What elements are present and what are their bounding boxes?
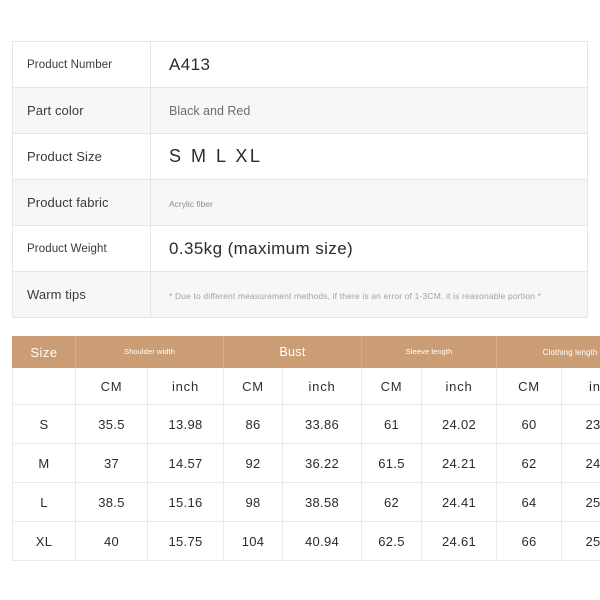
unit-bust-cm: CM bbox=[223, 367, 284, 405]
spec-row-product-size: Product Size S M L XL bbox=[12, 133, 588, 180]
cell-shoulder-cm: 40 bbox=[75, 521, 148, 561]
cell-sleeve-cm: 62 bbox=[361, 482, 423, 522]
units-blank-cell bbox=[12, 367, 76, 405]
spec-row-part-color: Part color Black and Red bbox=[12, 87, 588, 134]
product-number-text: A413 bbox=[169, 54, 211, 74]
spec-value-product-number: A413 bbox=[150, 41, 588, 88]
product-fabric-text: Acrylic fiber bbox=[169, 198, 213, 209]
cell-bust-cm: 86 bbox=[223, 404, 284, 444]
cell-bust-inch: 40.94 bbox=[282, 521, 363, 561]
spec-label-part-color: Part color bbox=[12, 87, 151, 134]
cell-sleeve-inch: 24.61 bbox=[421, 521, 498, 561]
size-chart-table: Size Shoulder width Bust Sleeve length C… bbox=[12, 336, 600, 561]
size-chart-header-row: Size Shoulder width Bust Sleeve length C… bbox=[12, 336, 600, 368]
cell-bust-inch: 33.86 bbox=[282, 404, 363, 444]
spec-value-product-weight: 0.35kg (maximum size) bbox=[150, 225, 588, 272]
cell-bust-cm: 92 bbox=[223, 443, 284, 483]
cell-sleeve-inch: 24.02 bbox=[421, 404, 498, 444]
specification-table: Product Number A413 Part color Black and… bbox=[12, 41, 588, 318]
table-row: S 35.5 13.98 86 33.86 61 24.02 60 23.62 bbox=[12, 404, 600, 444]
size-chart-header-sleeve-length: Sleeve length bbox=[361, 336, 498, 368]
spec-label-product-number: Product Number bbox=[12, 41, 151, 88]
table-row: XL 40 15.75 104 40.94 62.5 24.61 66 25.9… bbox=[12, 521, 600, 561]
cell-bust-cm: 98 bbox=[223, 482, 284, 522]
cell-shoulder-cm: 38.5 bbox=[75, 482, 148, 522]
size-chart-header-size: Size bbox=[12, 336, 76, 368]
spec-label-warm-tips: Warm tips bbox=[12, 271, 151, 318]
cell-length-inch: 24.41 bbox=[561, 443, 600, 483]
cell-sleeve-inch: 24.21 bbox=[421, 443, 498, 483]
cell-shoulder-cm: 35.5 bbox=[75, 404, 148, 444]
part-color-text: Black and Red bbox=[169, 103, 251, 118]
spec-label-product-fabric: Product fabric bbox=[12, 179, 151, 226]
spec-row-warm-tips: Warm tips * Due to different measurement… bbox=[12, 271, 588, 318]
cell-bust-cm: 104 bbox=[223, 521, 284, 561]
row-size-label: XL bbox=[12, 521, 76, 561]
spec-label-product-size: Product Size bbox=[12, 133, 151, 180]
row-size-label: M bbox=[12, 443, 76, 483]
cell-bust-inch: 36.22 bbox=[282, 443, 363, 483]
unit-shoulder-cm: CM bbox=[75, 367, 148, 405]
cell-length-inch: 25.98 bbox=[561, 521, 600, 561]
unit-sleeve-inch: inch bbox=[421, 367, 498, 405]
product-size-text: S M L XL bbox=[169, 146, 263, 166]
spec-value-product-size: S M L XL bbox=[150, 133, 588, 180]
cell-length-cm: 66 bbox=[496, 521, 563, 561]
spec-value-product-fabric: Acrylic fiber bbox=[150, 179, 588, 226]
spec-label-product-weight: Product Weight bbox=[12, 225, 151, 272]
warm-tips-text: * Due to different measurement methods, … bbox=[169, 290, 542, 301]
size-chart-header-bust: Bust bbox=[223, 336, 363, 368]
unit-bust-inch: inch bbox=[282, 367, 363, 405]
cell-bust-inch: 38.58 bbox=[282, 482, 363, 522]
spec-row-product-fabric: Product fabric Acrylic fiber bbox=[12, 179, 588, 226]
size-chart-header-clothing-length: Clothing length bbox=[496, 336, 600, 368]
cell-sleeve-cm: 62.5 bbox=[361, 521, 423, 561]
cell-shoulder-inch: 15.75 bbox=[146, 521, 225, 561]
cell-length-cm: 62 bbox=[496, 443, 563, 483]
size-chart-header-shoulder-width: Shoulder width bbox=[74, 336, 225, 368]
row-size-label: L bbox=[12, 482, 76, 522]
cell-sleeve-cm: 61 bbox=[361, 404, 423, 444]
unit-sleeve-cm: CM bbox=[361, 367, 423, 405]
spec-value-warm-tips: * Due to different measurement methods, … bbox=[150, 271, 588, 318]
cell-length-inch: 25.20 bbox=[561, 482, 600, 522]
cell-length-cm: 64 bbox=[496, 482, 563, 522]
unit-length-cm: CM bbox=[496, 367, 563, 405]
spec-value-part-color: Black and Red bbox=[150, 87, 588, 134]
cell-sleeve-inch: 24.41 bbox=[421, 482, 498, 522]
cell-shoulder-cm: 37 bbox=[75, 443, 148, 483]
table-row: L 38.5 15.16 98 38.58 62 24.41 64 25.20 bbox=[12, 482, 600, 522]
spec-row-product-number: Product Number A413 bbox=[12, 41, 588, 88]
table-row: M 37 14.57 92 36.22 61.5 24.21 62 24.41 bbox=[12, 443, 600, 483]
product-weight-text: 0.35kg (maximum size) bbox=[169, 238, 354, 258]
cell-length-cm: 60 bbox=[496, 404, 563, 444]
cell-shoulder-inch: 13.98 bbox=[146, 404, 225, 444]
size-chart-units-row: CM inch CM inch CM inch CM inch bbox=[12, 367, 600, 405]
unit-shoulder-inch: inch bbox=[146, 367, 225, 405]
cell-shoulder-inch: 14.57 bbox=[146, 443, 225, 483]
cell-shoulder-inch: 15.16 bbox=[146, 482, 225, 522]
spec-row-product-weight: Product Weight 0.35kg (maximum size) bbox=[12, 225, 588, 272]
unit-length-inch: inch bbox=[561, 367, 600, 405]
product-spec-page: Product Number A413 Part color Black and… bbox=[0, 0, 600, 600]
row-size-label: S bbox=[12, 404, 76, 444]
cell-sleeve-cm: 61.5 bbox=[361, 443, 423, 483]
cell-length-inch: 23.62 bbox=[561, 404, 600, 444]
